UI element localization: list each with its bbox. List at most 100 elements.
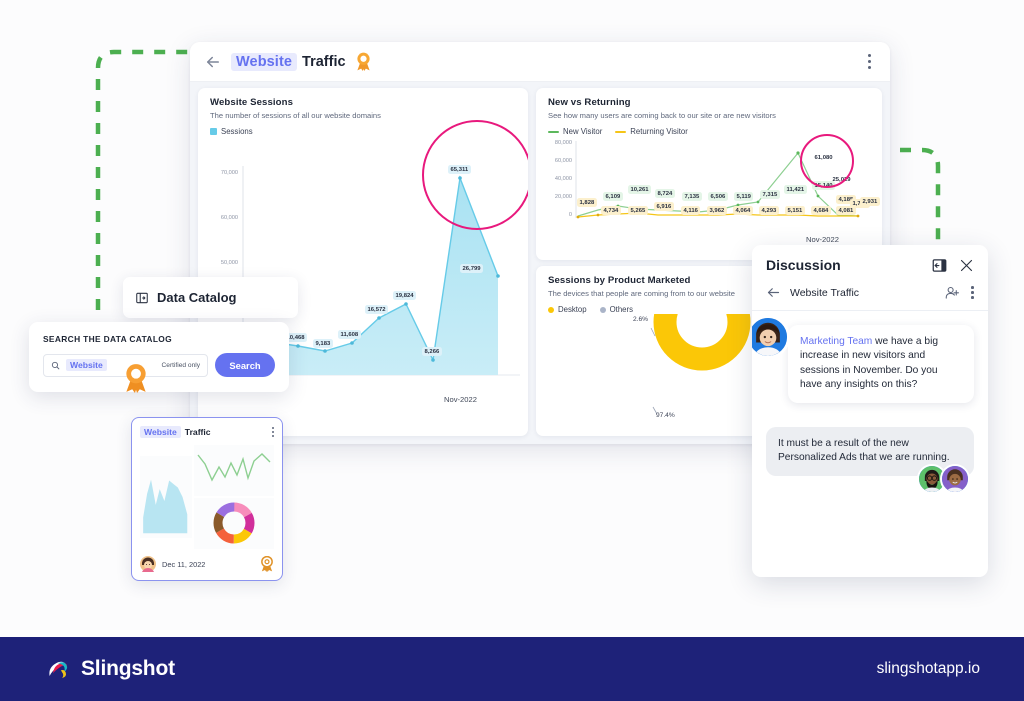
preview-menu-button[interactable] (272, 427, 274, 437)
search-data-catalog-card: SEARCH THE DATA CATALOG Website Certifie… (29, 322, 289, 392)
user-avatar (140, 556, 156, 572)
search-heading: SEARCH THE DATA CATALOG (43, 334, 275, 344)
highlight-circle-sessions (422, 120, 528, 230)
certified-ribbon-icon (260, 556, 274, 572)
legend-item-desktop: Desktop (548, 305, 587, 314)
legend-label: Returning Visitor (630, 127, 688, 136)
thread-menu-button[interactable] (971, 286, 974, 299)
preview-card-header: Website Traffic (140, 426, 274, 438)
legend-label: Desktop (558, 305, 587, 314)
preview-card-footer: Dec 11, 2022 (140, 556, 274, 572)
dashboard-header: Website Traffic (190, 42, 890, 82)
x-axis-label: Nov-2022 (444, 395, 477, 404)
legend-dot-icon (548, 307, 554, 313)
data-label: 26,799 (460, 264, 483, 273)
certified-only-label[interactable]: Certified only (162, 362, 200, 369)
magnifier-icon (51, 361, 60, 370)
panel-title: New vs Returning (536, 88, 882, 108)
back-arrow-icon[interactable] (766, 285, 781, 300)
search-button[interactable]: Search (215, 353, 275, 377)
data-label: 11,421 (784, 185, 807, 194)
close-icon[interactable] (959, 258, 974, 273)
message-mention[interactable]: Marketing Team (800, 336, 872, 347)
legend-label: New Visitor (563, 127, 602, 136)
discussion-thread-bar: Website Traffic (752, 281, 988, 311)
preview-title: Traffic (185, 427, 211, 437)
data-label: 16,572 (365, 305, 388, 314)
slingshot-logo-icon (44, 655, 72, 683)
data-label: 8,266 (422, 347, 442, 356)
preview-line-chart (194, 445, 274, 496)
discussion-title: Discussion (766, 257, 841, 273)
legend-label: Others (610, 305, 633, 314)
preview-donut-chart (194, 498, 274, 549)
data-label: 1,828 (577, 198, 597, 207)
page-background: Website Traffic Website Sessions The num… (0, 0, 1024, 630)
data-label: 4,684 (811, 206, 831, 215)
certified-ribbon-icon (123, 363, 149, 393)
data-label: 4,116 (681, 206, 700, 215)
legend-line-icon (615, 131, 626, 133)
preview-date: Dec 11, 2022 (162, 560, 205, 569)
footer-url: slingshotapp.io (877, 660, 980, 678)
kebab-menu-icon (868, 54, 871, 57)
preview-charts (140, 445, 274, 549)
back-arrow-icon[interactable] (204, 53, 222, 71)
data-label: 5,151 (785, 206, 805, 215)
legend-item-returning-visitor: Returning Visitor (615, 127, 688, 136)
kebab-menu-icon (272, 427, 274, 429)
legend-dot-icon (600, 307, 606, 313)
donut-label-others: 2.6% (633, 316, 648, 323)
legend-swatch-icon (210, 128, 217, 135)
data-label: 4,734 (601, 206, 621, 215)
data-label: 10,261 (628, 185, 651, 194)
panel-new-vs-returning: New vs Returning See how many users are … (536, 88, 882, 260)
highlight-circle-new-returning (800, 134, 854, 188)
data-catalog-label: Data Catalog (157, 290, 236, 305)
user-avatar-woman (752, 315, 790, 359)
discussion-header: Discussion (752, 245, 988, 281)
search-keyword-chip: Website (66, 359, 107, 371)
data-label: 6,916 (654, 202, 674, 211)
data-label: 2,931 (860, 197, 880, 206)
preview-area-chart (140, 445, 192, 549)
collapse-panel-icon[interactable] (932, 258, 947, 273)
thread-actions (945, 285, 974, 300)
user-avatar-man-2 (940, 464, 970, 494)
data-label: 11,608 (338, 330, 361, 339)
window-menu-button[interactable] (863, 49, 876, 74)
data-label: 4,064 (733, 206, 753, 215)
panel-subtitle: The number of sessions of all our websit… (198, 108, 528, 120)
certified-ribbon-icon (355, 52, 372, 71)
data-label: 5,265 (628, 206, 648, 215)
legend-item-others: Others (600, 305, 633, 314)
discussion-header-icons (932, 258, 974, 273)
search-row: Website Certified only Search (43, 353, 275, 377)
kebab-menu-icon (971, 286, 974, 289)
panel-subtitle: See how many users are coming back to ou… (536, 108, 882, 120)
x-axis-label: Nov-2022 (806, 235, 839, 244)
data-label: 6,506 (708, 192, 728, 201)
data-label: 7,135 (682, 192, 702, 201)
data-label: 19,824 (393, 291, 416, 300)
panel-title: Website Sessions (198, 88, 528, 108)
message-avatars (766, 464, 974, 494)
data-catalog-card[interactable]: Data Catalog (123, 277, 298, 318)
legend-item-new-visitor: New Visitor (548, 127, 602, 136)
legend-line-icon (548, 131, 559, 133)
brand-name: Slingshot (81, 657, 175, 681)
data-label: 6,109 (603, 192, 623, 201)
data-label: 7,315 (760, 190, 780, 199)
legend-label: Sessions (221, 127, 253, 136)
data-label: 9,183 (313, 339, 333, 348)
message-bubble-incoming: Marketing Team we have a big increase in… (788, 325, 974, 403)
brand: Slingshot (44, 655, 175, 683)
preview-title-keyword: Website (140, 426, 181, 438)
message-text: It must be a result of the new Personali… (778, 438, 950, 463)
add-person-icon[interactable] (945, 285, 960, 300)
data-label: 5,119 (734, 192, 753, 201)
dashboard-preview-card[interactable]: Website Traffic (131, 417, 283, 581)
page-title-keyword: Website (231, 53, 297, 71)
discussion-panel: Discussion Website Traffic (752, 245, 988, 577)
page-title: Traffic (302, 54, 346, 70)
